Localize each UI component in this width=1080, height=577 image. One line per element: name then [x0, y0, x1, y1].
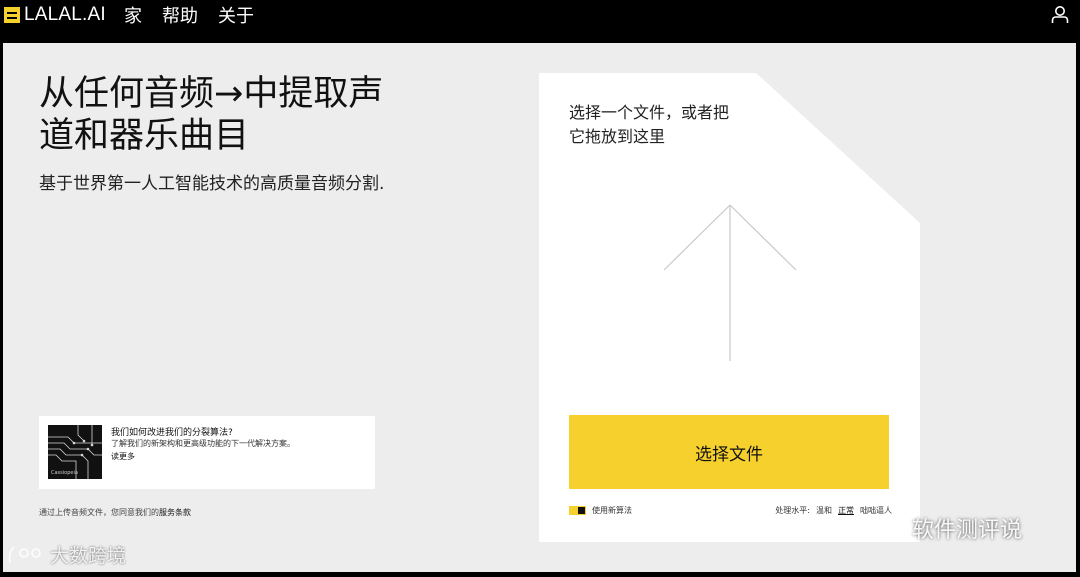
level-option-normal[interactable]: 正常 — [838, 505, 854, 516]
nav-item-help[interactable]: 帮助 — [162, 2, 198, 28]
terms-prefix: 通过上传音频文件，您同意我们的 — [39, 508, 159, 517]
main-panel: 从任何音频→中提取声道和器乐曲目 基于世界第一人工智能技术的高质量音频分割. C… — [3, 43, 1076, 572]
watermark-left-text: 大数跨境 — [50, 545, 127, 567]
logo[interactable]: LALAL.AI — [4, 4, 106, 25]
watermark-right: 软件测评说 — [868, 512, 1022, 544]
promo-thumbnail: Cassiopeia — [48, 425, 102, 479]
nav-item-home[interactable]: 家 — [124, 2, 142, 28]
level-option-mild[interactable]: 温和 — [816, 505, 832, 516]
terms-notice: 通过上传音频文件，您同意我们的服务条款 — [39, 507, 191, 518]
top-navigation-bar: LALAL.AI 家 帮助 关于 — [0, 0, 1080, 44]
new-algorithm-toggle[interactable]: 使用新算法 — [569, 505, 632, 516]
choose-file-button[interactable]: 选择文件 — [569, 415, 889, 489]
wechat-icon — [869, 515, 904, 541]
logo-text: LALAL.AI — [24, 4, 106, 25]
upload-drop-zone[interactable]: 选择一个文件，或者把它拖放到这里 选择文件 使用新算法 处理水平: 温和 正常 … — [539, 73, 920, 542]
upload-arrow-icon — [663, 204, 797, 361]
page-title: 从任何音频→中提取声道和器乐曲目 — [39, 74, 384, 156]
watermark-right-text: 软件测评说 — [912, 518, 1023, 543]
promo-description: 了解我们的新架构和更高级功能的下一代解决方案。 — [111, 439, 295, 448]
main-nav: 家 帮助 关于 — [124, 2, 254, 28]
processing-level-label: 处理水平: — [775, 506, 810, 515]
watermark-logo-icon — [8, 545, 41, 563]
new-algorithm-label: 使用新算法 — [592, 506, 632, 515]
terms-of-service-link[interactable]: 服务条款 — [159, 508, 191, 517]
nav-item-about[interactable]: 关于 — [218, 2, 254, 28]
read-more-link[interactable]: 读更多 — [111, 451, 135, 462]
promo-title: 我们如何改进我们的分裂算法? — [111, 428, 233, 438]
drop-zone-instructions: 选择一个文件，或者把它拖放到这里 — [569, 103, 730, 146]
page-subtitle: 基于世界第一人工智能技术的高质量音频分割. — [39, 174, 385, 194]
toggle-switch-icon — [569, 506, 586, 515]
watermark-left: 大数跨境 — [6, 541, 126, 568]
promo-thumbnail-label: Cassiopeia — [51, 470, 78, 476]
logo-mark-icon — [4, 7, 20, 23]
user-account-icon[interactable] — [1050, 4, 1070, 24]
blog-promo-card[interactable]: Cassiopeia 我们如何改进我们的分裂算法? 了解我们的新架构和更高级功能… — [39, 416, 375, 489]
